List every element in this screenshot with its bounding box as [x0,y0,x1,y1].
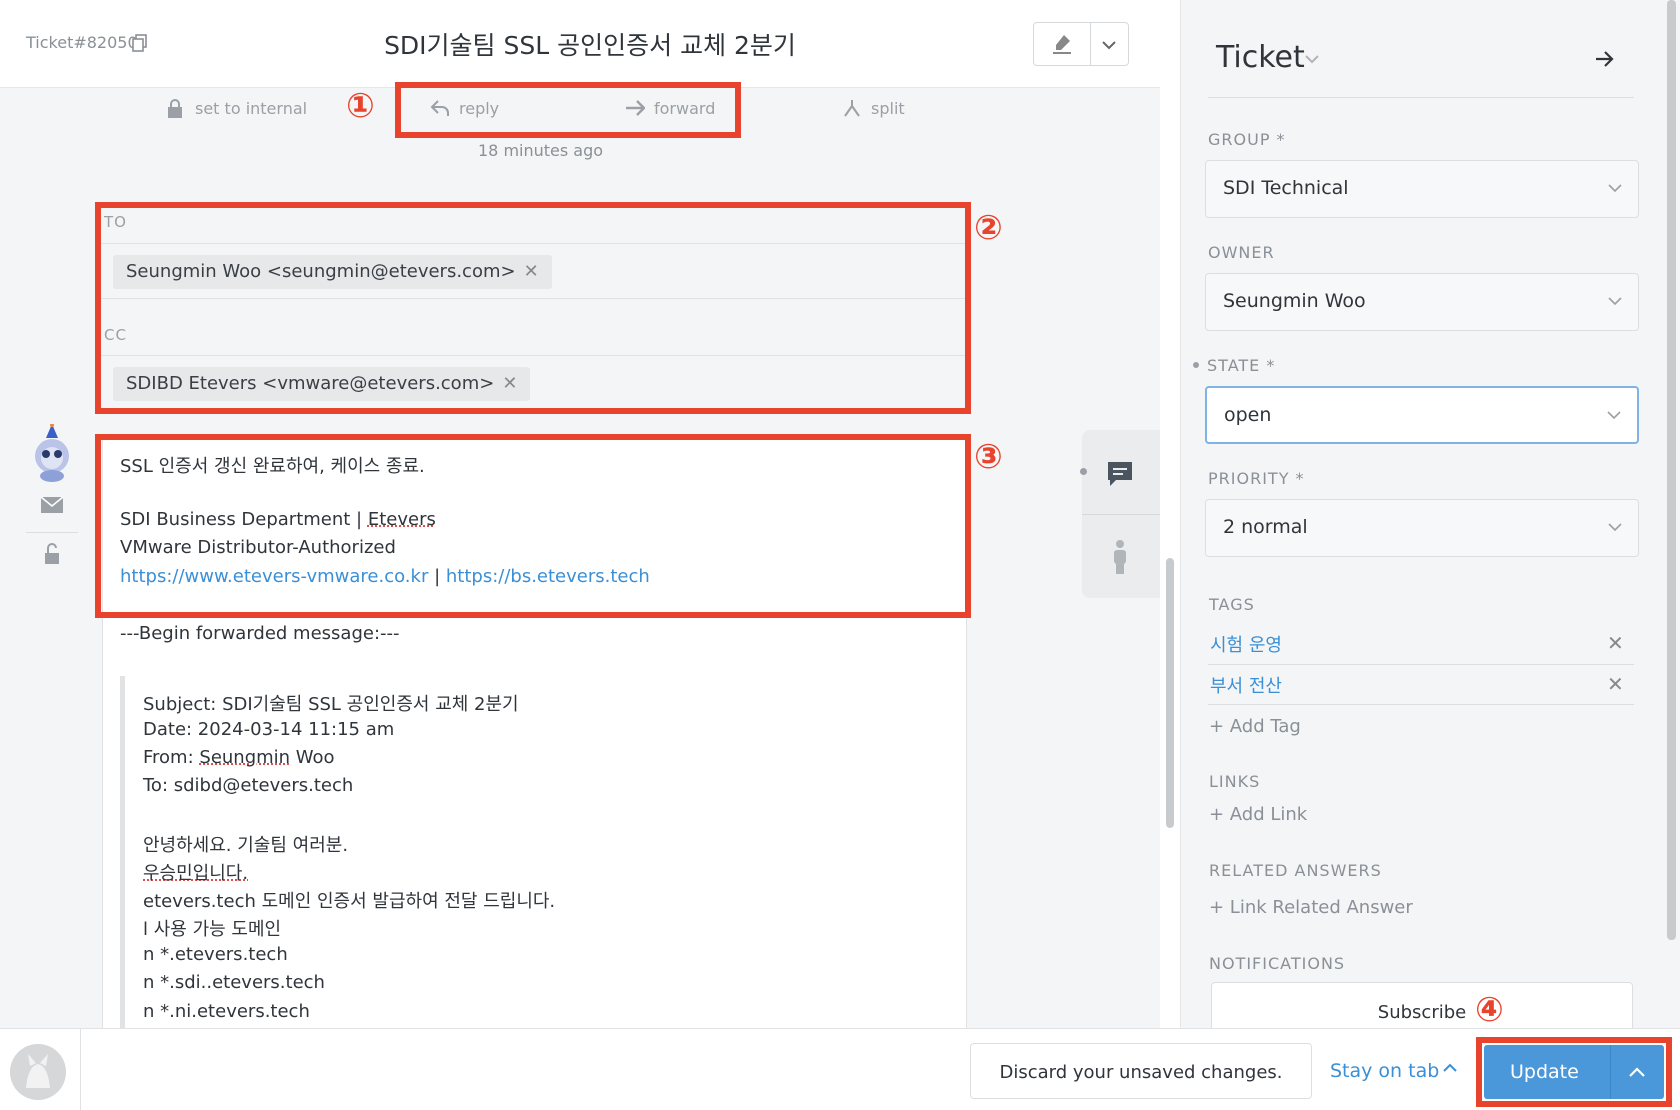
from-prefix: From: [143,747,200,768]
sidebar-title[interactable]: Ticket [1216,40,1305,75]
annotation-4: ④ [1475,990,1504,1030]
priority-select[interactable]: 2 normal [1205,499,1639,557]
quote-bar [120,676,125,1036]
reply-action[interactable]: reply [459,99,499,118]
state-select[interactable]: open [1205,386,1639,444]
owner-label: OWNER [1208,243,1275,262]
copy-icon[interactable] [132,34,148,52]
ticket-title[interactable]: SDI기술팀 SSL 공인인증서 교체 2분기 [300,26,880,62]
tag-item[interactable]: 시험 운영 [1210,631,1282,657]
annotation-2: ② [974,208,1003,248]
quoted-line: n *.ni.etevers.tech [143,1001,310,1022]
group-label: GROUP * [1208,130,1286,149]
annotation-3: ③ [974,437,1003,477]
quoted-line: etevers.tech 도메인 인증서 발급하여 전달 드립니다. [143,891,556,912]
divider [80,1028,81,1110]
divider [26,532,78,533]
chevron-down-icon [1608,297,1622,306]
chevron-down-icon [1608,184,1622,193]
quoted-line: Date: 2024-03-14 11:15 am [143,719,395,740]
lock-icon [168,99,182,118]
group-select[interactable]: SDI Technical [1205,160,1639,218]
comment-icon[interactable] [1106,460,1134,488]
chevron-down-icon [1608,523,1622,532]
from-name-last: Woo [290,747,335,768]
forward-icon[interactable] [625,99,645,117]
notifications-label: NOTIFICATIONS [1209,954,1346,973]
highlight-box-recipients [95,202,971,414]
stay-on-tab-toggle[interactable]: Stay on tab [1330,1060,1439,1082]
tags-label: TAGS [1209,595,1255,614]
links-label: LINKS [1209,772,1261,791]
arrow-right-icon[interactable] [1593,49,1615,69]
group-value: SDI Technical [1223,177,1349,199]
quoted-line: 안녕하세요. 기술팀 여러분. [143,835,349,856]
chevron-up-icon[interactable] [1442,1061,1458,1075]
add-tag-link[interactable]: + Add Tag [1209,716,1301,737]
email-icon [40,496,64,513]
link-related-answer[interactable]: + Link Related Answer [1209,897,1413,918]
priority-label: PRIORITY * [1208,469,1305,488]
unlock-icon[interactable] [40,542,64,566]
quoted-line: Subject: SDI기술팀 SSL 공인인증서 교체 2분기 [143,694,519,715]
tag-item[interactable]: 부서 전산 [1210,672,1282,698]
discard-changes-button[interactable]: Discard your unsaved changes. [970,1043,1312,1099]
article-timestamp: 18 minutes ago [478,141,604,160]
forwarded-marker: ---Begin forwarded message:--- [120,623,400,644]
highlight-box-update [1476,1037,1672,1107]
chevron-down-icon[interactable] [1100,36,1118,54]
split-action[interactable]: split [871,99,905,118]
quoted-line: To: sdibd@etevers.tech [143,775,354,796]
forward-action[interactable]: forward [654,99,715,118]
highlighter-icon[interactable] [1050,32,1074,56]
chevron-down-icon [1607,411,1621,420]
quoted-line: n *.etevers.tech [143,944,288,965]
divider [1082,514,1160,515]
split-icon[interactable] [842,98,862,118]
divider [1208,704,1634,705]
set-internal-action[interactable]: set to internal [195,99,307,118]
quoted-line: l 사용 가능 도메인 [143,919,282,940]
customer-icon[interactable] [1112,540,1128,574]
divider [1208,664,1634,665]
divider [1208,97,1634,98]
quoted-line: n *.sdi..etevers.tech [143,972,325,993]
state-label: STATE * [1207,356,1276,375]
state-value: open [1224,404,1272,426]
indicator-dot [1080,468,1087,475]
quoted-line: From: Seungmin Woo [143,747,335,768]
annotation-1: ① [346,86,375,126]
main-scrollbar[interactable] [1166,558,1174,828]
add-link-link[interactable]: + Add Link [1209,804,1307,825]
owner-value: Seungmin Woo [1223,290,1366,312]
reply-icon[interactable] [430,98,450,118]
highlight-box-message [95,434,971,618]
edit-button-group[interactable] [1033,22,1129,66]
ticket-number[interactable]: Ticket#82050 [26,33,138,52]
user-avatar[interactable] [10,1044,66,1100]
changed-indicator-dot [1193,362,1199,368]
owner-select[interactable]: Seungmin Woo [1205,273,1639,331]
from-name-first: Seungmin [199,747,291,768]
chevron-down-icon[interactable] [1304,52,1320,66]
remove-tag-icon[interactable]: ✕ [1607,631,1624,655]
sidebar-scrollbar[interactable] [1667,0,1676,940]
priority-value: 2 normal [1223,516,1308,538]
sender-avatar[interactable] [27,424,77,482]
quoted-line: 우승민입니다. [143,863,249,884]
related-answers-label: RELATED ANSWERS [1209,861,1382,880]
remove-tag-icon[interactable]: ✕ [1607,672,1624,696]
